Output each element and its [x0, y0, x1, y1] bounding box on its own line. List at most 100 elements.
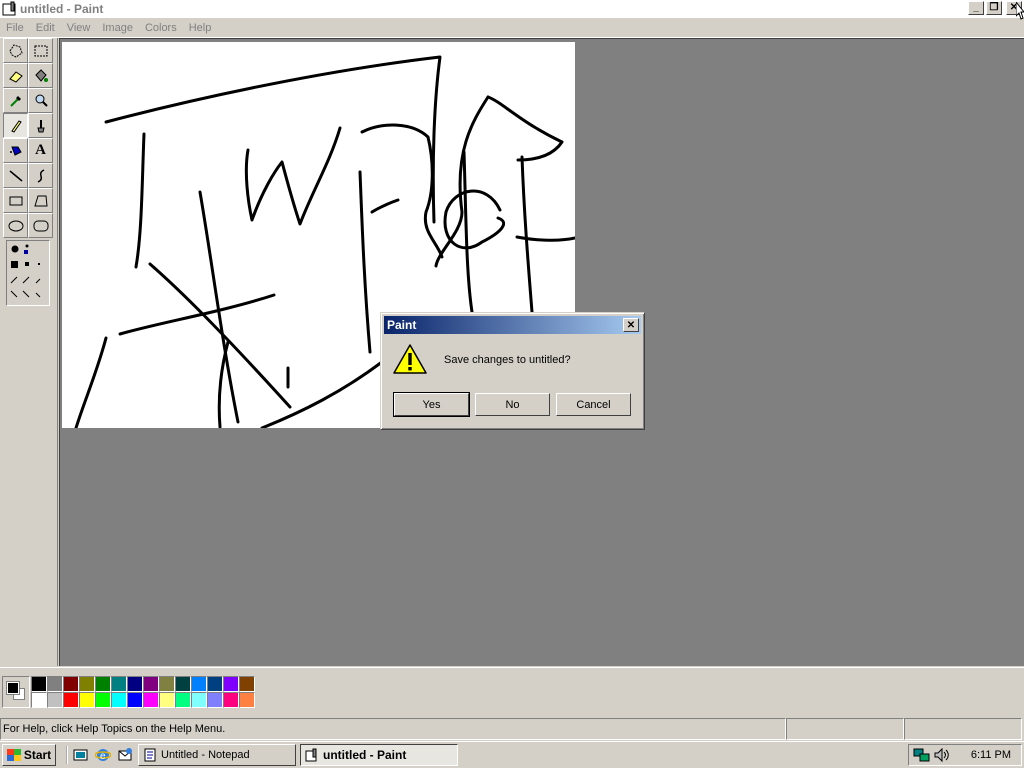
no-button[interactable]: No [475, 393, 550, 416]
ellipse-icon [8, 220, 23, 231]
curve-tool[interactable] [28, 163, 53, 188]
task-notepad-label: Untitled - Notepad [161, 749, 250, 761]
text-tool[interactable]: A [28, 138, 53, 163]
color-swatch[interactable] [95, 676, 111, 692]
color-swatch[interactable] [207, 676, 223, 692]
color-swatch[interactable] [143, 676, 159, 692]
color-swatch[interactable] [175, 692, 191, 708]
color-swatch[interactable] [159, 692, 175, 708]
color-swatches [31, 676, 255, 708]
color-swatch[interactable] [31, 676, 47, 692]
mouse-cursor-icon [1016, 2, 1024, 20]
color-swatch[interactable] [207, 692, 223, 708]
foreground-color-swatch [6, 681, 20, 695]
color-swatch[interactable] [175, 676, 191, 692]
tool-options-box[interactable] [6, 240, 50, 306]
magnifier-tool[interactable] [28, 88, 53, 113]
line-tool[interactable] [3, 163, 28, 188]
minimize-icon: _ [973, 2, 979, 13]
eyedropper-icon [9, 95, 21, 107]
restore-button[interactable]: ❐ [986, 1, 1002, 15]
window-title: untitled - Paint [20, 2, 104, 16]
tool-box: A [0, 38, 58, 666]
color-swatch[interactable] [127, 676, 143, 692]
taskbar: Start e Untitled - Notepad untitled - Pa… [0, 741, 1024, 768]
color-swatch[interactable] [111, 676, 127, 692]
rounded-rectangle-tool[interactable] [28, 213, 53, 238]
paint-icon [2, 1, 16, 16]
airbrush-tool[interactable] [3, 138, 28, 163]
menu-bar: File Edit View Image Colors Help [0, 18, 1024, 38]
menu-image[interactable]: Image [96, 22, 139, 34]
svg-text:e: e [100, 751, 106, 762]
dialog-message: Save changes to untitled? [444, 354, 571, 366]
pick-color-tool[interactable] [3, 88, 28, 113]
volume-icon[interactable] [933, 747, 951, 763]
rect-select-icon [34, 45, 47, 56]
color-swatch[interactable] [63, 676, 79, 692]
status-pane-size [904, 718, 1022, 740]
color-swatch[interactable] [111, 692, 127, 708]
color-swatch[interactable] [191, 692, 207, 708]
brush-shape-options [10, 244, 41, 298]
pencil-tool[interactable] [3, 113, 28, 138]
color-swatch[interactable] [239, 676, 255, 692]
menu-file[interactable]: File [0, 22, 30, 34]
notepad-icon [144, 748, 156, 762]
windows-logo-icon [6, 749, 21, 761]
color-swatch[interactable] [127, 692, 143, 708]
color-swatch[interactable] [191, 676, 207, 692]
color-swatch[interactable] [223, 692, 239, 708]
close-icon: ✕ [626, 319, 636, 331]
quick-launch: e [66, 746, 134, 764]
color-swatch[interactable] [159, 676, 175, 692]
save-changes-dialog: Paint ✕ Save changes to untitled? Yes No… [380, 312, 645, 430]
color-swatch[interactable] [63, 692, 79, 708]
task-paint[interactable]: untitled - Paint [300, 744, 458, 766]
current-colors[interactable] [2, 676, 30, 708]
status-help-text: For Help, click Help Topics on the Help … [0, 718, 786, 740]
pencil-icon [10, 119, 22, 133]
color-swatch[interactable] [47, 676, 63, 692]
free-select-icon [8, 43, 23, 58]
menu-edit[interactable]: Edit [30, 22, 61, 34]
rectangle-tool[interactable] [3, 188, 28, 213]
color-swatch[interactable] [95, 692, 111, 708]
internet-explorer-icon[interactable]: e [94, 746, 112, 764]
color-swatch[interactable] [79, 692, 95, 708]
eraser-icon [8, 70, 23, 83]
brush-tool[interactable] [28, 113, 53, 138]
color-swatch[interactable] [79, 676, 95, 692]
rounded-rect-icon [33, 220, 48, 231]
eraser-tool[interactable] [3, 63, 28, 88]
color-swatch[interactable] [47, 692, 63, 708]
cancel-button[interactable]: Cancel [556, 393, 631, 416]
start-button[interactable]: Start [2, 744, 56, 766]
menu-colors[interactable]: Colors [139, 22, 183, 34]
menu-view[interactable]: View [61, 22, 97, 34]
status-pane-coordinates [786, 718, 904, 740]
dialog-close-button[interactable]: ✕ [623, 318, 639, 332]
airbrush-icon [9, 146, 22, 156]
polygon-tool[interactable] [28, 188, 53, 213]
select-tool[interactable] [28, 38, 53, 63]
fill-tool[interactable] [28, 63, 53, 88]
color-swatch[interactable] [239, 692, 255, 708]
color-palette-bar [0, 667, 1024, 717]
magnifier-icon [35, 94, 48, 107]
paint-icon [305, 748, 317, 762]
dialog-title: Paint [387, 318, 417, 332]
color-swatch[interactable] [31, 692, 47, 708]
clock[interactable]: 6:11 PM [971, 749, 1011, 761]
color-swatch[interactable] [223, 676, 239, 692]
menu-help[interactable]: Help [183, 22, 218, 34]
network-icon[interactable] [913, 747, 931, 763]
yes-button[interactable]: Yes [393, 392, 470, 417]
task-notepad[interactable]: Untitled - Notepad [138, 744, 296, 766]
show-desktop-icon[interactable] [72, 746, 90, 764]
outlook-express-icon[interactable] [116, 746, 134, 764]
free-form-select-tool[interactable] [3, 38, 28, 63]
color-swatch[interactable] [143, 692, 159, 708]
ellipse-tool[interactable] [3, 213, 28, 238]
minimize-button[interactable]: _ [968, 1, 984, 15]
